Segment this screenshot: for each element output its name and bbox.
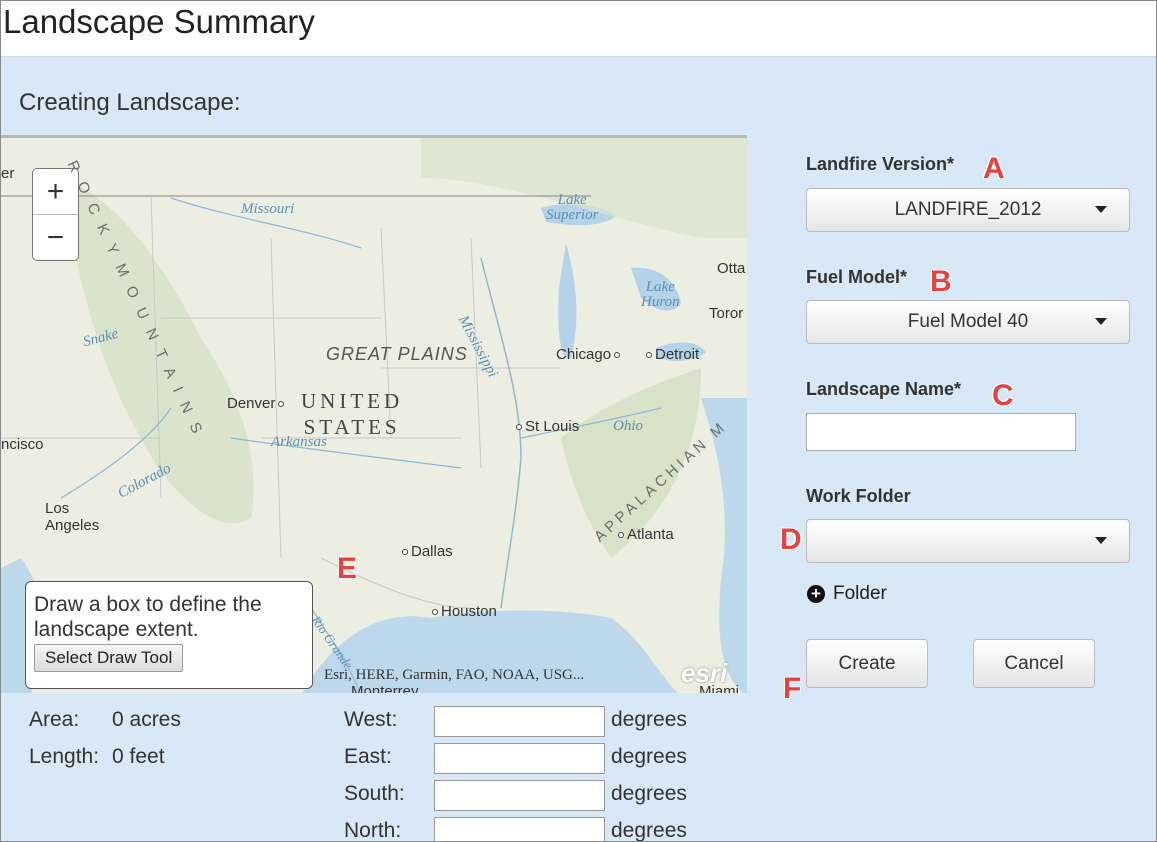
city-dot-icon [614,352,621,359]
map-label-great-plains: GREAT PLAINS [326,344,468,364]
landfire-version-select[interactable]: LANDFIRE_2012 [806,188,1130,232]
work-folder-select[interactable] [806,519,1130,563]
east-label: East: [344,745,392,768]
map-city-chicago: Chicago [556,346,623,363]
add-folder-link[interactable]: + Folder [807,583,887,605]
chevron-down-icon [1095,206,1107,213]
north-unit: degrees [611,819,687,842]
select-draw-tool-button[interactable]: Select Draw Tool [34,644,184,672]
map-city-atlanta: Atlanta [615,526,674,543]
map-label-arkansas: Arkansas [271,434,327,450]
west-input[interactable] [434,706,605,737]
chevron-down-icon [1095,537,1107,544]
city-dot-icon [432,609,438,616]
map-label-lake-huron: Lake Huron [641,279,680,310]
south-label: South: [344,782,405,805]
landfire-version-label: Landfire Version* [806,154,955,174]
length-value: 0 feet [112,745,165,768]
chevron-down-icon [1095,318,1107,325]
map-city-los-angeles: Los Angeles [45,500,100,534]
landscape-name-input[interactable] [806,413,1076,451]
map-city-houston: Houston [429,603,497,620]
map-label-er: er [1,165,15,182]
map-city-san-francisco: ncisco [1,436,44,453]
detroit-label: Detroit [655,346,700,363]
denver-label: Denver [227,395,276,412]
south-unit: degrees [611,782,687,805]
annotation-c: C [992,379,1014,412]
annotation-f: F [783,672,802,705]
page-title: Landscape Summary [3,3,315,40]
st-louis-label: St Louis [525,418,580,435]
map-label-ohio: Ohio [613,418,643,434]
length-label: Length: [29,745,100,768]
landscape-name-label: Landscape Name* [806,379,962,399]
map-city-st-louis: St Louis [513,418,579,435]
map-label-lake-superior: Lake Superior [546,192,599,223]
annotation-a: A [983,152,1005,185]
city-dot-icon [646,352,652,359]
city-dot-icon [278,401,285,408]
fuel-model-value: Fuel Model 40 [907,311,1029,332]
annotation-e: E [337,552,358,585]
annotation-b: B [930,265,952,298]
city-dot-icon [402,549,408,556]
map-view[interactable]: + − er Missouri Lake Superior Lake Huron… [1,135,747,693]
draw-box-message: Draw a box to define the landscape exten… [34,593,262,641]
landfire-version-value: LANDFIRE_2012 [894,199,1042,220]
map-city-ottawa: Otta [717,260,746,277]
fuel-model-label: Fuel Model* [806,267,908,287]
draw-box-panel: Draw a box to define the landscape exten… [25,581,313,689]
atlanta-label: Atlanta [627,526,674,543]
houston-label: Houston [441,603,497,620]
zoom-out-button[interactable]: − [33,215,78,261]
work-folder-label: Work Folder [806,486,911,506]
city-dot-icon [516,424,522,431]
panel-subtitle: Creating Landscape: [19,89,241,116]
map-label-missouri: Missouri [241,201,295,217]
map-attribution: Esri, HERE, Garmin, FAO, NOAA, USG... [324,667,585,683]
main-panel: Creating Landscape: + − er Missouri Lake… [1,56,1156,842]
map-label-united-states: UNITED STATES [301,389,404,439]
area-value: 0 acres [112,708,181,731]
area-label: Area: [29,708,80,731]
fuel-model-select[interactable]: Fuel Model 40 [806,300,1130,344]
map-city-toronto: Toror [709,305,744,322]
east-unit: degrees [611,745,687,768]
annotation-d: D [780,523,802,556]
app-window: Landscape Summary Creating Landscape: + … [0,0,1157,842]
create-button[interactable]: Create [806,639,928,688]
cancel-button[interactable]: Cancel [973,639,1095,688]
map-city-monterrey: Monterrey [351,683,419,693]
east-input[interactable] [434,743,605,774]
north-label: North: [344,819,402,842]
plus-circle-icon: + [807,585,825,603]
chicago-label: Chicago [556,346,612,363]
west-unit: degrees [611,708,687,731]
add-folder-label: Folder [833,583,887,604]
esri-logo: esri [681,658,728,688]
city-dot-icon [618,532,624,539]
north-input[interactable] [434,817,605,841]
title-bar: Landscape Summary [1,1,1156,56]
dallas-label: Dallas [411,543,453,560]
south-input[interactable] [434,780,605,811]
map-city-denver: Denver [227,395,287,412]
map-city-dallas: Dallas [399,543,453,560]
west-label: West: [344,708,398,731]
map-city-detroit: Detroit [643,346,699,363]
